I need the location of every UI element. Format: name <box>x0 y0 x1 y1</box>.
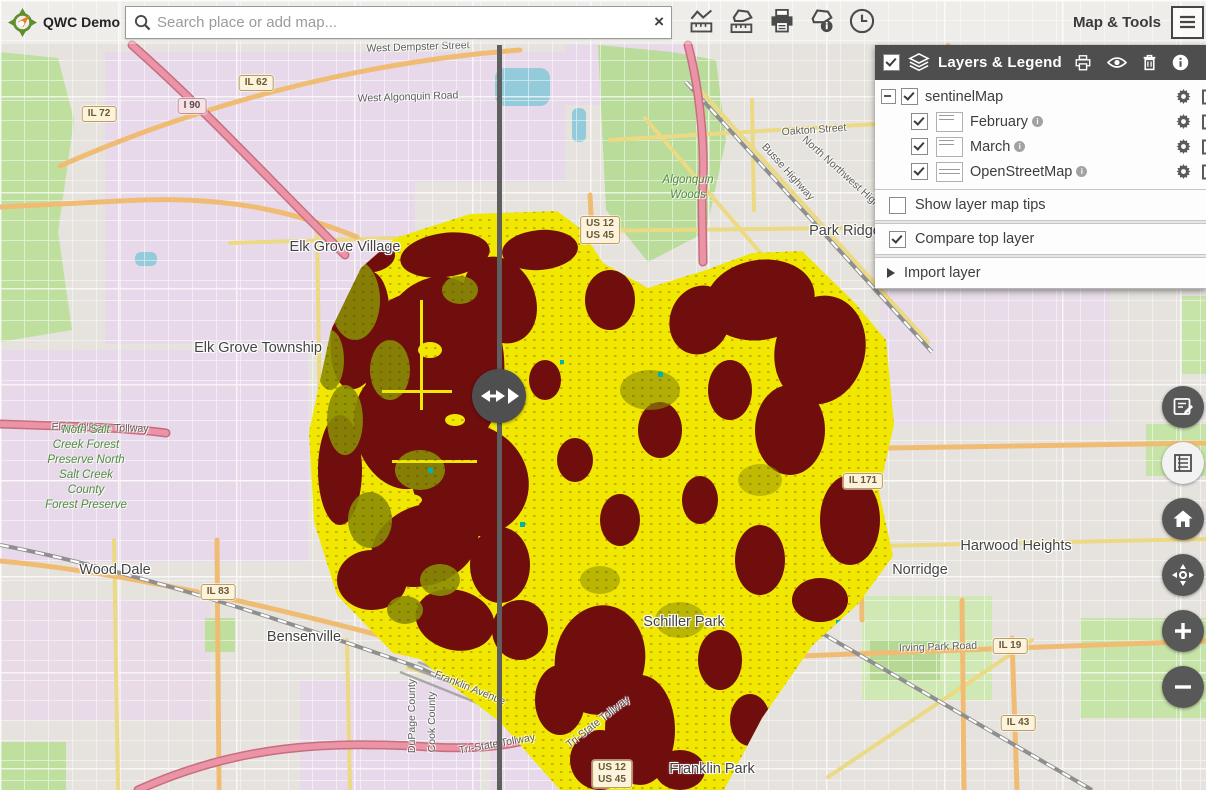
layer-info-icon[interactable]: i <box>1076 166 1087 177</box>
collapse-icon[interactable] <box>881 89 896 104</box>
panel-header-icons <box>1074 54 1189 72</box>
app-logo-icon <box>8 7 37 38</box>
panel-master-checkbox[interactable] <box>883 54 900 71</box>
search-box: × <box>125 6 672 39</box>
zoom-out-button[interactable] <box>1162 666 1204 708</box>
search-clear-button[interactable]: × <box>654 11 664 33</box>
layer-checkbox[interactable] <box>911 138 928 155</box>
option-label: Show layer map tips <box>915 197 1046 213</box>
layer-settings-icon[interactable] <box>1176 89 1191 104</box>
layer-checkbox[interactable] <box>911 163 928 180</box>
layers-panel-header[interactable]: Layers & Legend <box>875 45 1206 80</box>
layer-info-icon[interactable]: i <box>1014 141 1025 152</box>
layer-label[interactable]: OpenStreetMap <box>970 164 1072 180</box>
compare-checkbox[interactable] <box>889 231 906 248</box>
layer-list-icon <box>1172 452 1194 474</box>
layer-menu-icon[interactable] <box>1202 89 1206 105</box>
import-layer-row[interactable]: Import layer <box>875 257 1206 288</box>
print-button[interactable] <box>766 6 798 38</box>
delete-icon[interactable] <box>1142 54 1157 71</box>
map-tools-menu[interactable]: Map & Tools <box>1073 6 1206 39</box>
info-icon[interactable] <box>1172 54 1189 71</box>
layers-icon <box>908 53 930 73</box>
time-manager-icon <box>848 7 876 35</box>
search-input[interactable] <box>155 13 671 32</box>
map-tips-checkbox[interactable] <box>889 197 906 214</box>
annotate-button[interactable] <box>1162 386 1204 428</box>
measure-area-icon <box>728 7 756 35</box>
layer-settings-icon[interactable] <box>1176 114 1191 129</box>
layer-checkbox[interactable] <box>911 113 928 130</box>
import-layer-label: Import layer <box>904 265 981 281</box>
layer-info-icon[interactable]: i <box>1032 116 1043 127</box>
measure-area-button[interactable] <box>726 6 758 38</box>
zoom-in-button[interactable] <box>1162 610 1204 652</box>
layer-label[interactable]: sentinelMap <box>925 89 1003 105</box>
option-show-map-tips[interactable]: Show layer map tips <box>875 189 1206 221</box>
locate-button[interactable] <box>1162 554 1204 596</box>
layer-row-march[interactable]: March i <box>875 134 1206 159</box>
layer-row-openstreetmap[interactable]: OpenStreetMap i <box>875 159 1206 184</box>
visibility-icon[interactable] <box>1107 55 1127 70</box>
layer-tree: sentinelMap February i <box>875 80 1206 189</box>
option-label: Compare top layer <box>915 231 1034 247</box>
compare-handle[interactable] <box>472 369 526 423</box>
layer-settings-icon[interactable] <box>1176 164 1191 179</box>
layer-row-sentinelmap[interactable]: sentinelMap <box>875 84 1206 109</box>
identify-region-button[interactable] <box>806 6 838 38</box>
layer-menu-icon[interactable] <box>1202 164 1206 180</box>
layer-row-february[interactable]: February i <box>875 109 1206 134</box>
app-logo[interactable]: QWC Demo <box>0 7 120 38</box>
swipe-arrows-icon <box>472 369 526 423</box>
layers-panel: Layers & Legend sentinelMa <box>875 45 1206 289</box>
map-tools-label: Map & Tools <box>1073 14 1161 31</box>
layer-menu-icon[interactable] <box>1202 114 1206 130</box>
locate-icon <box>1171 563 1195 587</box>
measure-line-button[interactable] <box>686 6 718 38</box>
zoom-in-icon <box>1173 621 1193 641</box>
home-icon <box>1172 508 1194 530</box>
time-manager-button[interactable] <box>846 6 878 38</box>
layer-menu-icon[interactable] <box>1202 139 1206 155</box>
layer-legend-thumbnail <box>936 162 963 182</box>
app-window: Elk Grove VillageElk Grove TownshipPark … <box>0 0 1206 790</box>
layer-legend-thumbnail <box>936 112 963 132</box>
layer-settings-icon[interactable] <box>1176 139 1191 154</box>
zoom-out-icon <box>1173 677 1193 697</box>
panel-title: Layers & Legend <box>938 54 1062 71</box>
home-button[interactable] <box>1162 498 1204 540</box>
print-legend-icon[interactable] <box>1074 54 1092 72</box>
measure-line-icon <box>688 7 716 35</box>
menu-hamburger-icon[interactable] <box>1171 6 1204 39</box>
expand-triangle-icon[interactable] <box>887 268 895 278</box>
option-compare-top-layer[interactable]: Compare top layer <box>875 223 1206 255</box>
annotate-icon <box>1172 396 1194 418</box>
search-icon <box>134 14 151 31</box>
layer-checkbox[interactable] <box>901 88 918 105</box>
print-icon <box>768 7 796 35</box>
identify-region-icon <box>808 7 836 35</box>
layer-list-button[interactable] <box>1162 442 1204 484</box>
layer-label[interactable]: March <box>970 139 1010 155</box>
layer-label[interactable]: February <box>970 114 1028 130</box>
app-logo-text: QWC Demo <box>43 14 120 30</box>
layer-legend-thumbnail <box>936 137 963 157</box>
topbar: QWC Demo × <box>0 0 1206 44</box>
